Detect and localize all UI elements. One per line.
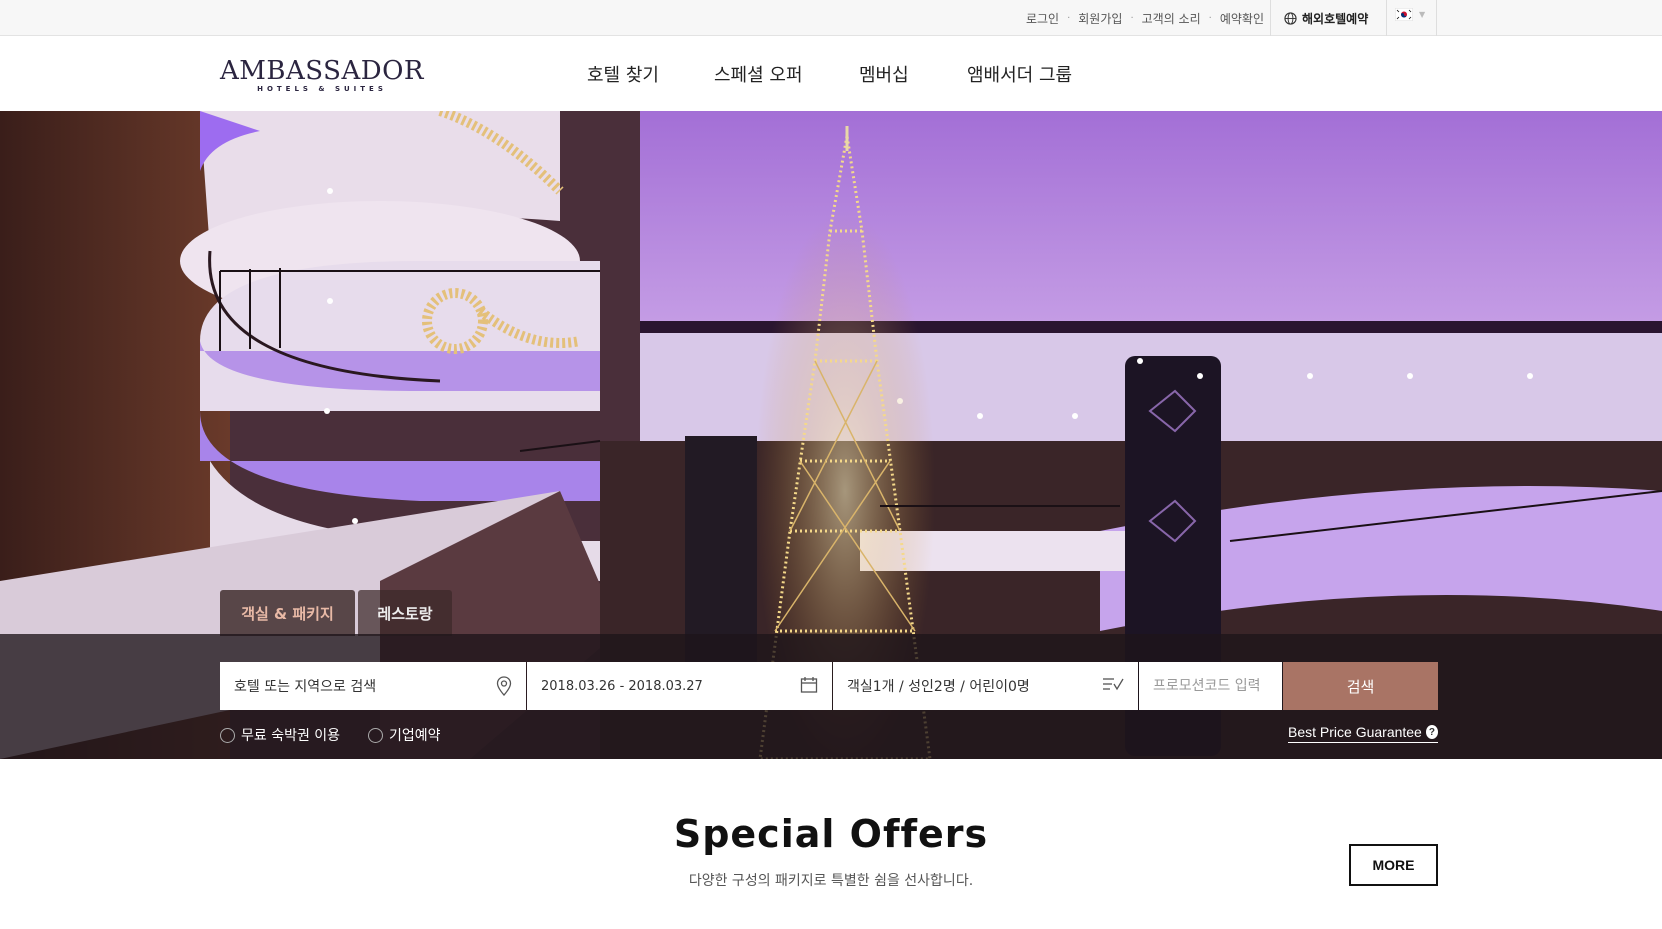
main-header: AMBASSADOR HOTELS & SUITES 호텔 찾기 스페셜 오퍼 … [0,36,1662,111]
corporate-option[interactable]: 기업예약 [368,725,441,745]
corporate-radio[interactable] [368,727,383,743]
logo-subtext: HOTELS & SUITES [257,85,387,93]
signup-link[interactable]: 회원가입 [1078,10,1122,27]
free-stay-radio[interactable] [220,727,235,743]
hotel-search-placeholder: 호텔 또는 지역으로 검색 [234,679,377,695]
nav-ambassador-group[interactable]: 앰배서더 그룹 [967,61,1072,87]
calendar-icon [800,677,818,693]
separator: · [1067,12,1071,24]
separator: · [1130,12,1134,24]
search-button[interactable]: 검색 [1283,662,1438,710]
room-guest-field[interactable]: 객실1개 / 성인2명 / 어린이0명 [833,662,1138,710]
promo-code-field[interactable] [1139,662,1282,710]
globe-icon [1284,11,1297,25]
location-pin-icon [496,676,512,696]
date-range-field[interactable]: 2018.03.26 - 2018.03.27 [527,662,832,710]
customer-voice-link[interactable]: 고객의 소리 [1142,10,1201,27]
overseas-booking-label: 해외호텔예약 [1302,11,1369,26]
separator: · [1208,12,1212,24]
promo-code-input[interactable] [1139,662,1282,710]
utility-bar: 로그인 · 회원가입 · 고객의 소리 · 예약확인 해외호텔예약 ▼ [0,0,1662,36]
language-selector[interactable]: ▼ [1395,8,1425,21]
divider [1270,0,1271,36]
hotel-search-field[interactable]: 호텔 또는 지역으로 검색 [220,662,526,710]
help-icon: ? [1425,725,1438,739]
free-stay-option[interactable]: 무료 숙박권 이용 [220,725,340,745]
nav-find-hotel[interactable]: 호텔 찾기 [587,61,659,87]
date-range-value: 2018.03.26 - 2018.03.27 [541,678,703,694]
best-price-guarantee-link[interactable]: Best Price Guarantee ? [1288,724,1438,743]
tab-rooms-packages[interactable]: 객실 & 패키지 [220,590,355,636]
korea-flag-icon [1395,8,1413,21]
room-select-icon [1103,678,1124,691]
more-button[interactable]: MORE [1349,844,1438,886]
free-stay-label: 무료 숙박권 이용 [241,728,341,744]
room-guest-value: 객실1개 / 성인2명 / 어린이0명 [847,679,1030,695]
reservation-check-link[interactable]: 예약확인 [1220,10,1264,27]
tab-restaurant[interactable]: 레스토랑 [358,590,452,636]
nav-special-offer[interactable]: 스페셜 오퍼 [714,61,803,87]
nav-membership[interactable]: 멤버십 [859,61,909,87]
corporate-label: 기업예약 [389,728,441,744]
logo-text: AMBASSADOR [220,56,424,86]
chevron-down-icon: ▼ [1419,10,1426,19]
overseas-booking-link[interactable]: 해외호텔예약 [1284,0,1368,36]
utility-links: 로그인 · 회원가입 · 고객의 소리 · 예약확인 [1026,0,1264,36]
divider [1386,0,1387,36]
best-price-guarantee-label: Best Price Guarantee [1288,724,1422,740]
divider [1436,0,1437,36]
login-link[interactable]: 로그인 [1026,10,1059,27]
ambassador-logo[interactable]: AMBASSADOR HOTELS & SUITES [220,58,424,93]
